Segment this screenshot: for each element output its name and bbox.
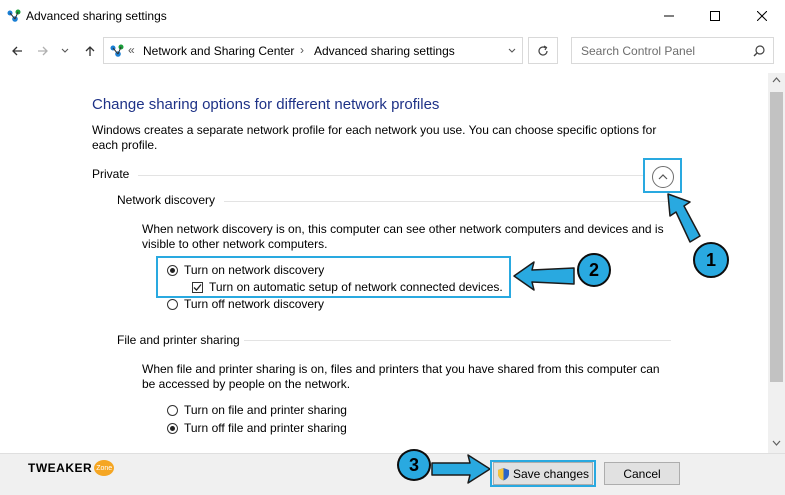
page-title: Change sharing options for different net… [92,96,440,113]
radio-file-sharing-off-label[interactable]: Turn off file and printer sharing [184,421,347,435]
arrow-right-icon [38,46,48,56]
checkbox-auto-setup-label[interactable]: Turn on automatic setup of network conne… [209,280,503,294]
address-dropdown-button[interactable] [502,38,522,63]
radio-discovery-off-label[interactable]: Turn off network discovery [184,297,324,311]
radio-selected-dot [170,426,175,431]
annotation-badge-3: 3 [397,449,431,481]
file-sharing-desc-line2: be accessed by people on the network. [142,377,351,391]
breadcrumb-overflow-chevrons[interactable]: « [128,43,135,57]
forward-button[interactable] [32,40,54,62]
highlight-collapse-button [643,158,682,193]
tweaker-logo: TWEAKER Zone [28,460,115,476]
refresh-button[interactable] [528,37,558,64]
annotation-arrow-1 [667,193,701,243]
intro-text-line2: each profile. [92,138,158,152]
refresh-icon [538,44,548,56]
logo-sub: Zone [94,460,115,476]
recent-locations-button[interactable] [58,40,72,62]
file-sharing-desc-line1: When file and printer sharing is on, fil… [142,362,660,376]
back-button[interactable] [6,40,28,62]
checkmark-icon [193,284,202,291]
breadcrumb-network-center[interactable]: Network and Sharing Center [143,44,294,58]
up-button[interactable] [79,40,101,62]
title-bar: Advanced sharing settings [0,0,785,32]
save-changes-label: Save changes [512,466,590,481]
annotation-arrow-2 [513,261,575,291]
arrow-left-icon [12,46,22,56]
uac-shield-icon [497,467,509,480]
maximize-button[interactable] [692,0,738,32]
minimize-icon [664,15,674,17]
section-divider [244,340,671,341]
search-box[interactable] [571,37,774,64]
search-input[interactable] [579,43,748,59]
section-divider [224,201,671,202]
close-button[interactable] [739,0,785,32]
annotation-arrow-3 [431,454,491,484]
network-discovery-desc-line2: visible to other network computers. [142,237,328,251]
minimize-button[interactable] [646,0,692,32]
window-title: Advanced sharing settings [26,9,167,23]
chevron-down-icon [508,48,516,53]
radio-file-sharing-off[interactable] [167,423,178,434]
scroll-up-icon[interactable] [772,77,781,83]
address-bar[interactable]: « Network and Sharing Center › Advanced … [103,37,523,64]
arrow-up-icon [85,46,95,56]
radio-discovery-on-label[interactable]: Turn on network discovery [184,263,324,277]
scroll-down-icon[interactable] [772,440,781,446]
maximize-icon [710,11,720,21]
radio-file-sharing-on[interactable] [167,405,178,416]
annotation-badge-2: 2 [577,253,611,287]
search-icon[interactable] [753,45,765,57]
breadcrumb-advanced-sharing[interactable]: Advanced sharing settings [314,44,455,58]
radio-selected-dot [170,268,175,273]
radio-discovery-on[interactable] [167,265,178,276]
profile-private-label: Private [92,167,130,181]
logo-text: TWEAKER [28,461,93,475]
annotation-badge-1: 1 [693,242,729,278]
section-divider [138,175,643,176]
close-icon [757,11,767,21]
radio-file-sharing-on-label[interactable]: Turn on file and printer sharing [184,403,347,417]
chevron-down-icon [61,48,69,53]
file-sharing-heading: File and printer sharing [117,333,240,347]
intro-text-line1: Windows creates a separate network profi… [92,123,657,137]
cancel-button[interactable]: Cancel [604,462,680,485]
network-discovery-desc-line1: When network discovery is on, this compu… [142,222,664,236]
breadcrumb-separator: › [300,43,304,57]
scrollbar-thumb[interactable] [770,92,783,382]
save-changes-button[interactable]: Save changes [493,462,593,485]
radio-discovery-off[interactable] [167,299,178,310]
network-sharing-icon [7,9,21,22]
network-sharing-icon [110,44,124,57]
cancel-label: Cancel [623,466,661,481]
checkbox-auto-setup[interactable] [192,282,203,293]
network-discovery-heading: Network discovery [117,193,216,207]
